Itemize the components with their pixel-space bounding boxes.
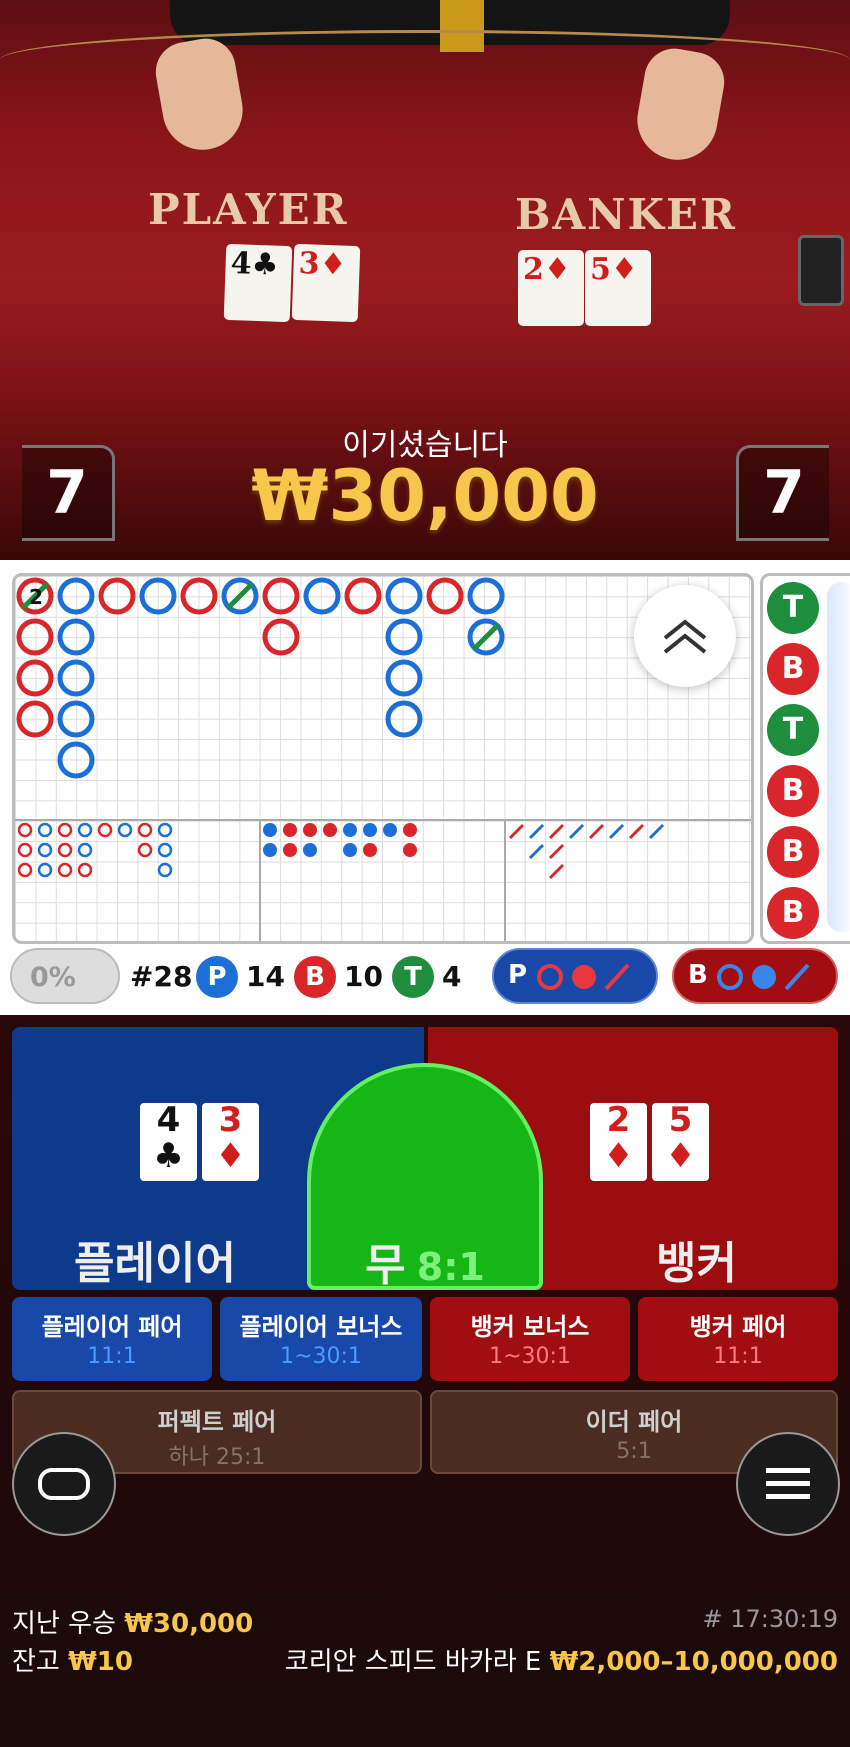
tie-slash [226,582,254,610]
balance-amount: ₩10 [68,1647,133,1677]
table-player-label: PLAYER [148,185,349,234]
last-win: 지난 우승 ₩30,000 [12,1603,253,1640]
tie-bet-label: 무 [365,1240,406,1291]
bead-player [139,577,177,615]
player-card-2: 3 ♦ [202,1102,259,1181]
tie-bet-spot[interactable]: 무 8:1 [307,1063,543,1293]
card-shoe [798,235,844,306]
round-number: #28 [130,960,193,993]
side-road-tie: T [767,582,819,634]
banker-bet-label: 뱅커 [656,1238,737,1289]
bead-player [57,577,95,615]
tie-slash [472,623,500,651]
table-player-card-1: 4♣ [223,243,293,323]
player-ask-label: P [508,960,528,990]
player-bonus-odds: 1~30:1 [280,1344,362,1369]
table-player-card-2: 3♦ [291,243,361,323]
side-road-column: T B T B B B [767,582,819,939]
balance: 잔고 ₩10 [12,1641,133,1678]
bead-player [57,741,95,779]
bead-banker [262,618,300,656]
bead-player [303,577,341,615]
menu-button[interactable] [736,1432,840,1536]
banker-bonus-label: 뱅커 보너스 [470,1313,590,1341]
side-road-banker: B [767,643,819,695]
banker-card-1: 2 ♦ [590,1102,647,1181]
banker-count-badge: B [294,956,336,998]
either-pair-label: 이더 페어 [585,1408,683,1436]
win-amount: ₩30,000 [251,455,599,537]
banker-pair-label: 뱅커 페어 [689,1313,787,1341]
bead-player [467,577,505,615]
tie-count: 4 [442,960,462,993]
banker-card-2: 5 ♦ [652,1102,709,1181]
bead-player [57,700,95,738]
player-count: 14 [246,960,285,993]
hamburger-menu-icon [766,1468,810,1499]
bead-player [385,659,423,697]
banker-bonus-odds: 1~30:1 [489,1344,571,1369]
bead-banker [98,577,136,615]
table-info: 코리안 스피드 바카라 E ₩2,000–10,000,000 [285,1641,838,1678]
player-pair-odds: 11:1 [87,1344,137,1369]
tie-bet-odds: 8:1 [416,1245,485,1289]
round-time: # 17:30:19 [702,1605,838,1633]
chevron-double-up-icon [663,619,707,654]
table-name: 코리안 스피드 바카라 E [284,1647,542,1677]
bead-banker [426,577,464,615]
last-win-label: 지난 우승 [12,1609,116,1639]
player-card-1: 4 ♣ [140,1102,197,1181]
player-pair-label: 플레이어 페어 [41,1313,183,1341]
last-win-amount: ₩30,000 [124,1609,254,1639]
banker-pair-bet[interactable]: 뱅커 페어 11:1 [638,1297,838,1381]
banker-bonus-bet[interactable]: 뱅커 보너스 1~30:1 [430,1297,630,1381]
side-road-banker: B [767,887,819,939]
side-road-next-column [827,582,850,932]
player-pair-bet[interactable]: 플레이어 페어 11:1 [12,1297,212,1381]
player-ask-icons [537,963,630,991]
side-road-tie: T [767,704,819,756]
bead-banker [180,577,218,615]
bead-banker [344,577,382,615]
bead-player [385,577,423,615]
bead-player [385,700,423,738]
side-road-banker: B [767,826,819,878]
bead-player [57,659,95,697]
table-banker-label: BANKER [515,190,737,239]
player-bet-label: 플레이어 [74,1238,236,1289]
player-ask-button[interactable]: P [492,948,658,1004]
player-count-badge: P [196,956,238,998]
tie-count-badge: T [392,956,434,998]
table-banker-card-2: 5♦ [585,250,651,326]
chat-button[interactable] [12,1432,116,1536]
roadmap-expand-button[interactable] [634,585,736,687]
player-bonus-bet[interactable]: 플레이어 보너스 1~30:1 [220,1297,422,1381]
bet-limits: ₩2,000–10,000,000 [549,1647,838,1677]
percent-value: 0% [30,962,76,993]
banker-pair-odds: 11:1 [713,1344,763,1369]
live-video: PLAYER BANKER 4♣ 3♦ 2♦ 5♦ 7 7 이기셨습니다 ₩30… [0,0,850,560]
banker-count: 10 [344,960,383,993]
bead-banker [16,618,54,656]
bead-player [57,618,95,656]
table-edge [0,30,850,73]
tie-bet-text: 무 8:1 [311,1229,539,1293]
bead-banker [16,700,54,738]
percent-toggle[interactable]: 0% [10,948,120,1004]
banker-ask-label: B [688,960,708,990]
bead-player [385,618,423,656]
banker-ask-icons [717,963,810,991]
stats-bar: 0% #28 P 14 B 10 T 4 P B [0,948,850,1008]
bead-banker [16,659,54,697]
side-road[interactable]: T B T B B B [760,573,850,944]
chip-stack-icon [38,1468,90,1500]
player-bonus-label: 플레이어 보너스 [239,1313,403,1341]
side-road-banker: B [767,765,819,817]
banker-ask-button[interactable]: B [672,948,838,1004]
balance-label: 잔고 [12,1647,60,1677]
perfect-pair-label: 퍼펙트 페어 [157,1408,277,1436]
table-banker-card-1: 2♦ [518,250,584,326]
first-cell-label: 2 [29,585,43,609]
bead-banker [262,577,300,615]
